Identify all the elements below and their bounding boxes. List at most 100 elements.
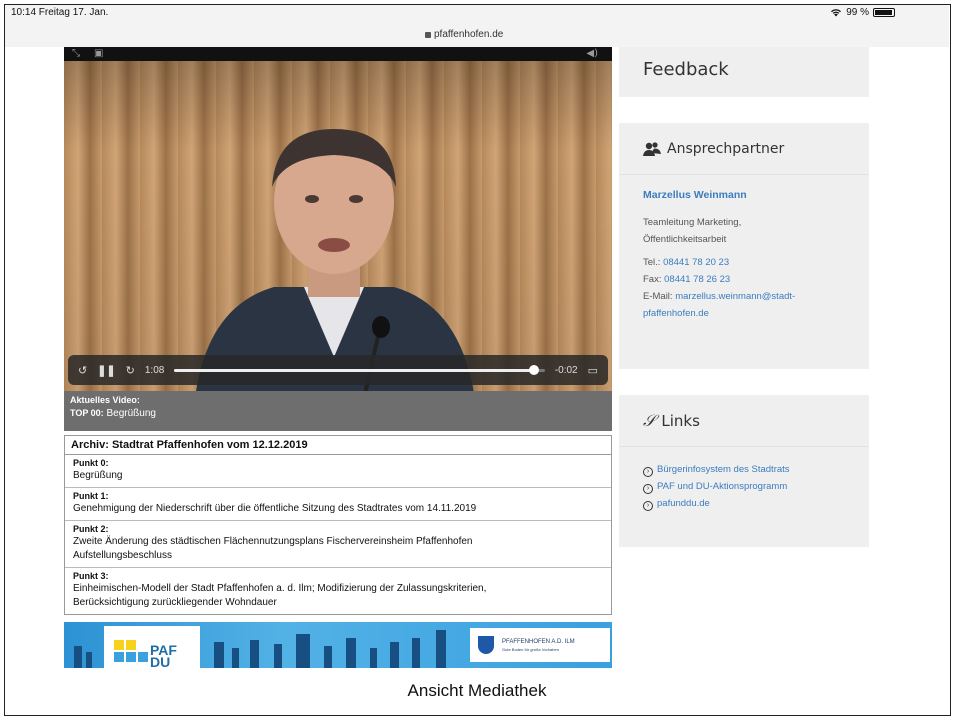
contact-role-line2: Öffentlichkeitsarbeit [643, 234, 727, 245]
paf-du-logo-text: PAF DU [150, 642, 177, 668]
pause-icon[interactable]: ❚❚ [97, 364, 115, 377]
banner-figure [296, 634, 310, 668]
crest-subtitle: Gute Boden für große Vorhaben [502, 647, 559, 652]
contact-email-label: E-Mail: [643, 291, 673, 302]
chevron-right-circle-icon: › [643, 467, 653, 477]
contact-role-line1: Teamleitung Marketing, [643, 217, 742, 228]
contact-person-icon [643, 141, 661, 156]
chevron-right-circle-icon: › [643, 484, 653, 494]
volume-icon[interactable]: ◀) [586, 48, 598, 59]
banner-figure [250, 640, 259, 668]
city-crest-logo: PFAFFENHOFEN A.D. ILM Gute Boden für gro… [470, 628, 610, 662]
chevron-right-circle-icon: › [643, 501, 653, 511]
remaining-time: -0:02 [554, 364, 578, 376]
fullscreen-icon[interactable]: ⤡ [72, 48, 80, 59]
picture-in-picture-icon[interactable]: ▣ [94, 48, 103, 59]
archive-item[interactable]: Punkt 1: Genehmigung der Niederschrift ü… [65, 488, 611, 521]
archive-item-text: Einheimischen-Modell der Stadt Pfaffenho… [73, 583, 487, 608]
figure-caption: Ansicht Mediathek [407, 681, 547, 700]
archive-item-label: Punkt 0: [73, 458, 109, 468]
contact-tel-label: Tel.: [643, 257, 661, 268]
paf-du-banner[interactable]: PAF DU PFAFFENHOFEN A.D. ILM Gute Boden … [64, 622, 612, 668]
contact-box: Ansprechpartner Marzellus Weinmann Teaml… [619, 123, 869, 369]
video-player[interactable]: ⤡ ▣ ◀) ↺ ❚❚ ↻ 1:08 -0:02 ▭ [64, 47, 612, 391]
banner-figure [324, 646, 332, 668]
contact-email: E-Mail: marzellus.weinmann@stadt- [643, 288, 845, 305]
contact-fax: Fax: 08441 78 26 23 [643, 271, 845, 288]
links-header: 𝒮 Links [619, 395, 869, 447]
archive-item-text: Genehmigung der Niederschrift über die ö… [73, 503, 477, 514]
lock-icon [425, 31, 431, 38]
elapsed-time: 1:08 [144, 364, 165, 376]
archive-item-label: Punkt 3: [73, 571, 109, 581]
seek-bar[interactable] [174, 364, 545, 375]
links-box: 𝒮 Links › Bürgerinfosystem des Stadtrats … [619, 395, 869, 547]
video-topbar: ⤡ ▣ ◀) [64, 47, 612, 61]
link-item-label[interactable]: pafunddu.de [657, 498, 710, 509]
status-bar: 10:14 Freitag 17. Jan. 99 % pfaffenhofen… [5, 5, 949, 47]
banner-figure [274, 644, 282, 668]
battery-percent: 99 % [846, 7, 869, 18]
contact-email-link-cont[interactable]: pfaffenhofen.de [643, 305, 845, 322]
current-video-box: Aktuelles Video: TOP 00: Begrüßung [64, 391, 612, 431]
status-right: 99 % [830, 7, 895, 18]
link-item[interactable]: › pafunddu.de [643, 495, 845, 512]
archive-item[interactable]: Punkt 2: Zweite Änderung des städtischen… [65, 521, 611, 568]
banner-figure [412, 638, 420, 668]
archive-title: Archiv: Stadtrat Pfaffenhofen vom 12.12.… [65, 436, 611, 455]
banner-figure [390, 642, 399, 668]
archive-item-text: Begrüßung [73, 470, 123, 481]
archive-item[interactable]: Punkt 0: Begrüßung [65, 455, 611, 488]
status-time: 10:14 Freitag 17. Jan. [11, 7, 109, 18]
contact-title: Ansprechpartner [667, 140, 785, 157]
links-title: Links [661, 411, 700, 430]
current-video-label: Aktuelles Video: [70, 395, 140, 405]
archive-list: Archiv: Stadtrat Pfaffenhofen vom 12.12.… [64, 435, 612, 615]
current-video-top-title: Begrüßung [106, 408, 156, 419]
link-item[interactable]: › PAF und DU-Aktionsprogramm [643, 478, 845, 495]
links-list: › Bürgerinfosystem des Stadtrats › PAF und… [619, 447, 869, 526]
address-bar[interactable]: pfaffenhofen.de [425, 29, 503, 40]
address-url: pfaffenhofen.de [434, 29, 504, 40]
battery-icon [873, 8, 895, 17]
current-video-title: TOP 00: Begrüßung [70, 408, 606, 419]
archive-item[interactable]: Punkt 3: Einheimischen-Modell der Stadt … [65, 568, 611, 614]
speaker-image [196, 129, 474, 391]
archive-item-text: Zweite Änderung des städtischen Flächenn… [73, 536, 473, 561]
contact-fax-label: Fax: [643, 274, 662, 285]
contact-details: Marzellus Weinmann Teamleitung Marketing… [619, 175, 869, 336]
contact-fax-link[interactable]: 08441 78 26 23 [664, 274, 730, 285]
contact-email-link[interactable]: marzellus.weinmann@stadt- [675, 291, 795, 302]
video-controls: ↺ ❚❚ ↻ 1:08 -0:02 ▭ [68, 355, 608, 385]
seek-knob[interactable] [528, 364, 539, 375]
rewind-15-icon[interactable]: ↺ [78, 364, 87, 377]
banner-figure [346, 638, 356, 668]
current-video-top-id: TOP 00: [70, 408, 104, 418]
link-item[interactable]: › Bürgerinfosystem des Stadtrats [643, 461, 845, 478]
screenshot-frame: 10:14 Freitag 17. Jan. 99 % pfaffenhofen… [4, 4, 951, 716]
banner-figure [74, 646, 82, 668]
airplay-icon[interactable]: ▭ [588, 364, 598, 377]
banner-figure [232, 648, 239, 668]
contact-tel-link[interactable]: 08441 78 20 23 [663, 257, 729, 268]
banner-figure [214, 642, 224, 668]
feedback-box[interactable]: Feedback [619, 47, 869, 97]
feedback-title: Feedback [643, 58, 729, 80]
forward-15-icon[interactable]: ↻ [126, 364, 135, 377]
contact-tel: Tel.: 08441 78 20 23 [643, 254, 845, 271]
banner-figure [370, 648, 377, 668]
city-crest-icon [478, 636, 494, 654]
link-chain-icon: 𝒮 [643, 410, 656, 430]
seek-bar-fill [174, 368, 534, 372]
archive-item-label: Punkt 2: [73, 524, 109, 534]
banner-figure [86, 652, 92, 668]
paf-du-logo: PAF DU [104, 626, 200, 668]
archive-item-label: Punkt 1: [73, 491, 109, 501]
contact-header: Ansprechpartner [619, 123, 869, 175]
link-item-label[interactable]: Bürgerinfosystem des Stadtrats [657, 464, 790, 475]
banner-figure [436, 630, 446, 668]
wifi-icon [831, 9, 842, 17]
crest-title: PFAFFENHOFEN A.D. ILM [502, 639, 575, 645]
link-item-label[interactable]: PAF und DU-Aktionsprogramm [657, 481, 787, 492]
contact-name[interactable]: Marzellus Weinmann [643, 187, 845, 204]
